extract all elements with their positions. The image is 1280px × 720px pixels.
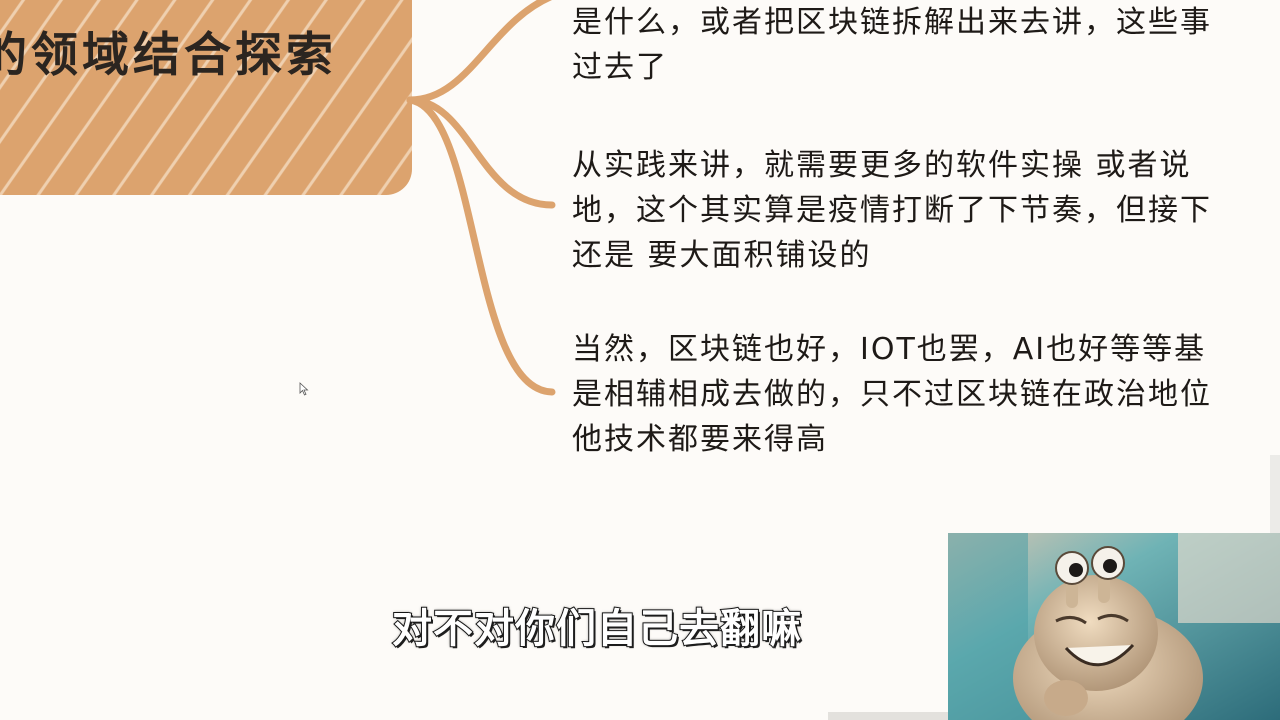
topic-node[interactable]: 的领域结合探索: [0, 0, 412, 195]
branch-1-line-1: 是什么，或者把区块链拆解出来去讲，这些事: [572, 5, 1212, 40]
video-subtitle: 对不对你们自己去翻嘛: [391, 605, 802, 653]
cartoon-character-image: [948, 533, 1280, 720]
webcam-overlay: [948, 533, 1280, 720]
branch-text-1: 是什么，或者把区块链拆解出来去讲，这些事 过去了: [572, 0, 1212, 90]
topic-title: 的领域结合探索: [0, 28, 337, 83]
branch-3-line-2: 是相辅相成去做的，只不过区块链在政治地位: [572, 377, 1212, 412]
connector-branch-3: [406, 96, 556, 396]
mouse-pointer-icon: [299, 382, 309, 396]
connector-branch-1: [406, 0, 553, 104]
branch-text-3: 当然，区块链也好，IOT也罢，AI也好等等基 是相辅相成去做的，只不过区块链在政…: [572, 327, 1212, 462]
mindmap-canvas: 的领域结合探索 是什么，或者把区块链拆解出来去讲，这些事 过去了 从实践来讲，就…: [0, 0, 1280, 720]
divider: [828, 712, 948, 720]
connector-branch-2: [406, 96, 556, 209]
branch-2-line-1: 从实践来讲，就需要更多的软件实操 或者说: [572, 148, 1192, 183]
scrollbar-fragment[interactable]: [1270, 455, 1280, 535]
branch-text-2: 从实践来讲，就需要更多的软件实操 或者说 地，这个其实算是疫情打断了下节奏，但接…: [572, 143, 1212, 278]
branch-2-line-2: 地，这个其实算是疫情打断了下节奏，但接下: [572, 193, 1212, 228]
branch-3-line-3: 他技术都要来得高: [572, 422, 828, 457]
branch-2-line-3: 还是 要大面积铺设的: [572, 238, 872, 273]
branch-3-line-1: 当然，区块链也好，IOT也罢，AI也好等等基: [572, 332, 1207, 367]
branch-1-line-2: 过去了: [572, 50, 668, 85]
